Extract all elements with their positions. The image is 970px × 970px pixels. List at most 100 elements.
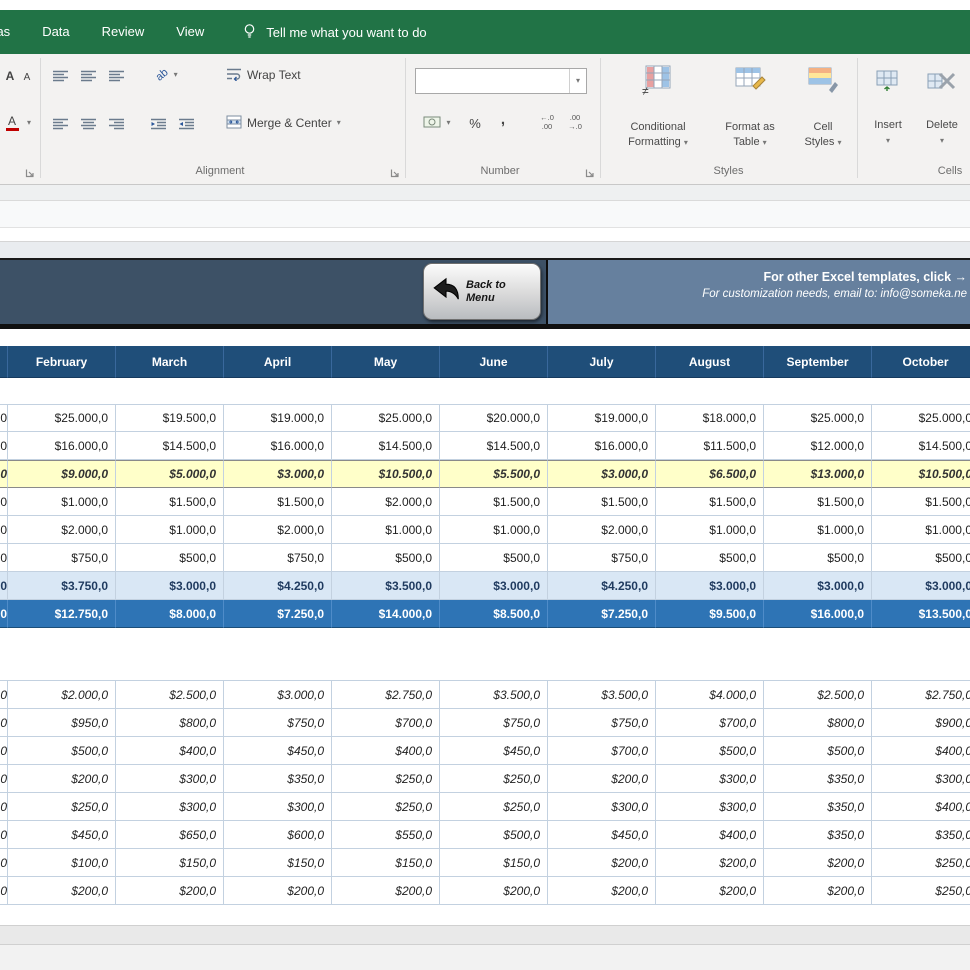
cell[interactable]: $14.500,0: [872, 432, 970, 460]
cell[interactable]: $3.750,0: [8, 572, 116, 600]
alignment-dialog-launcher[interactable]: [390, 167, 401, 178]
cell[interactable]: $3.000,0: [548, 460, 656, 488]
cell[interactable]: $400,0: [116, 737, 224, 765]
cell[interactable]: $500,0: [656, 544, 764, 572]
cell[interactable]: $300,0: [116, 765, 224, 793]
cell[interactable]: $250,0: [332, 765, 440, 793]
cell[interactable]: $900,0: [872, 709, 970, 737]
month-header[interactable]: June: [440, 346, 548, 378]
tab-formulas[interactable]: Formulas: [0, 10, 26, 54]
edge-cell[interactable]: 0: [0, 488, 8, 516]
cell[interactable]: $350,0: [764, 765, 872, 793]
edge-cell[interactable]: 0: [0, 572, 8, 600]
align-right-button[interactable]: [104, 112, 128, 136]
cell[interactable]: $500,0: [764, 544, 872, 572]
cell[interactable]: $200,0: [8, 765, 116, 793]
cell[interactable]: $1.000,0: [8, 488, 116, 516]
cell[interactable]: $300,0: [872, 765, 970, 793]
cell[interactable]: $200,0: [224, 877, 332, 905]
cell[interactable]: $16.000,0: [224, 432, 332, 460]
wrap-text-button[interactable]: Wrap Text: [226, 62, 301, 88]
formula-bar[interactable]: [0, 201, 970, 228]
cell[interactable]: $13.000,0: [764, 460, 872, 488]
cell[interactable]: $300,0: [224, 793, 332, 821]
cell[interactable]: $13.500,0: [872, 600, 970, 628]
cell[interactable]: $200,0: [764, 877, 872, 905]
cell[interactable]: $700,0: [548, 737, 656, 765]
edge-cell[interactable]: 0: [0, 709, 8, 737]
cell[interactable]: $450,0: [8, 821, 116, 849]
cell[interactable]: $1.000,0: [872, 516, 970, 544]
cell[interactable]: $10.500,0: [332, 460, 440, 488]
cell[interactable]: $200,0: [764, 849, 872, 877]
cell[interactable]: $3.000,0: [224, 460, 332, 488]
cell[interactable]: $25.000,0: [764, 404, 872, 432]
merge-center-button[interactable]: Merge & Center ▾: [226, 110, 341, 136]
cell[interactable]: $8.000,0: [116, 600, 224, 628]
cell[interactable]: $200,0: [332, 877, 440, 905]
cell[interactable]: $250,0: [440, 793, 548, 821]
edge-cell[interactable]: 0: [0, 681, 8, 709]
cell[interactable]: $19.500,0: [116, 404, 224, 432]
cell[interactable]: $300,0: [656, 765, 764, 793]
banner-templates-link[interactable]: For other Excel templates, click →: [548, 270, 967, 284]
cell[interactable]: $3.000,0: [224, 681, 332, 709]
cell[interactable]: $300,0: [656, 793, 764, 821]
cell[interactable]: $20.000,0: [440, 404, 548, 432]
cell[interactable]: $12.750,0: [8, 600, 116, 628]
cell[interactable]: $19.000,0: [548, 404, 656, 432]
cell[interactable]: $500,0: [116, 544, 224, 572]
cell[interactable]: $4.250,0: [224, 572, 332, 600]
align-center-button[interactable]: [76, 112, 100, 136]
cell[interactable]: $750,0: [440, 709, 548, 737]
cell[interactable]: $350,0: [764, 793, 872, 821]
month-header[interactable]: April: [224, 346, 332, 378]
cell[interactable]: $4.250,0: [548, 572, 656, 600]
cell[interactable]: $200,0: [8, 877, 116, 905]
edge-cell[interactable]: 0: [0, 460, 8, 488]
empty-row[interactable]: [0, 378, 970, 404]
conditional-formatting-button[interactable]: ≠ Conditional Formatting ▾: [606, 58, 710, 180]
font-color-caret-icon[interactable]: ▾: [24, 116, 34, 130]
edge-cell[interactable]: 0: [0, 600, 8, 628]
cell[interactable]: $3.500,0: [332, 572, 440, 600]
orientation-button[interactable]: ab▾: [150, 62, 184, 88]
cell[interactable]: $1.500,0: [548, 488, 656, 516]
cell[interactable]: $14.500,0: [332, 432, 440, 460]
cell[interactable]: $500,0: [440, 821, 548, 849]
shrink-font-button[interactable]: A: [20, 66, 34, 88]
cell[interactable]: $300,0: [548, 793, 656, 821]
cell[interactable]: $450,0: [224, 737, 332, 765]
cell[interactable]: $2.000,0: [8, 516, 116, 544]
back-to-menu-button[interactable]: Back toMenu: [423, 263, 541, 320]
cell[interactable]: $3.000,0: [764, 572, 872, 600]
cell[interactable]: $5.500,0: [440, 460, 548, 488]
cell[interactable]: $250,0: [872, 877, 970, 905]
cell[interactable]: $1.500,0: [440, 488, 548, 516]
month-header[interactable]: October: [872, 346, 970, 378]
delete-cells-button[interactable]: Delete ▾: [916, 58, 968, 180]
cell[interactable]: $3.500,0: [440, 681, 548, 709]
cell[interactable]: $3.500,0: [548, 681, 656, 709]
cell[interactable]: $200,0: [548, 877, 656, 905]
cell[interactable]: $400,0: [872, 737, 970, 765]
cell[interactable]: $14.500,0: [440, 432, 548, 460]
cell[interactable]: $2.000,0: [8, 681, 116, 709]
cell[interactable]: $1.000,0: [332, 516, 440, 544]
cell[interactable]: $19.000,0: [224, 404, 332, 432]
cell[interactable]: $200,0: [548, 765, 656, 793]
month-header[interactable]: August: [656, 346, 764, 378]
font-color-button[interactable]: A: [2, 110, 22, 136]
cell[interactable]: $350,0: [764, 821, 872, 849]
cell[interactable]: $200,0: [116, 877, 224, 905]
cell[interactable]: $350,0: [872, 821, 970, 849]
align-left-button[interactable]: [48, 112, 72, 136]
number-format-dropdown[interactable]: ▾: [415, 68, 587, 94]
cell[interactable]: $200,0: [440, 877, 548, 905]
cell[interactable]: $300,0: [116, 793, 224, 821]
cell[interactable]: $700,0: [332, 709, 440, 737]
tab-view[interactable]: View: [160, 10, 220, 54]
cell[interactable]: $600,0: [224, 821, 332, 849]
cell[interactable]: $750,0: [548, 709, 656, 737]
cell[interactable]: $25.000,0: [872, 404, 970, 432]
